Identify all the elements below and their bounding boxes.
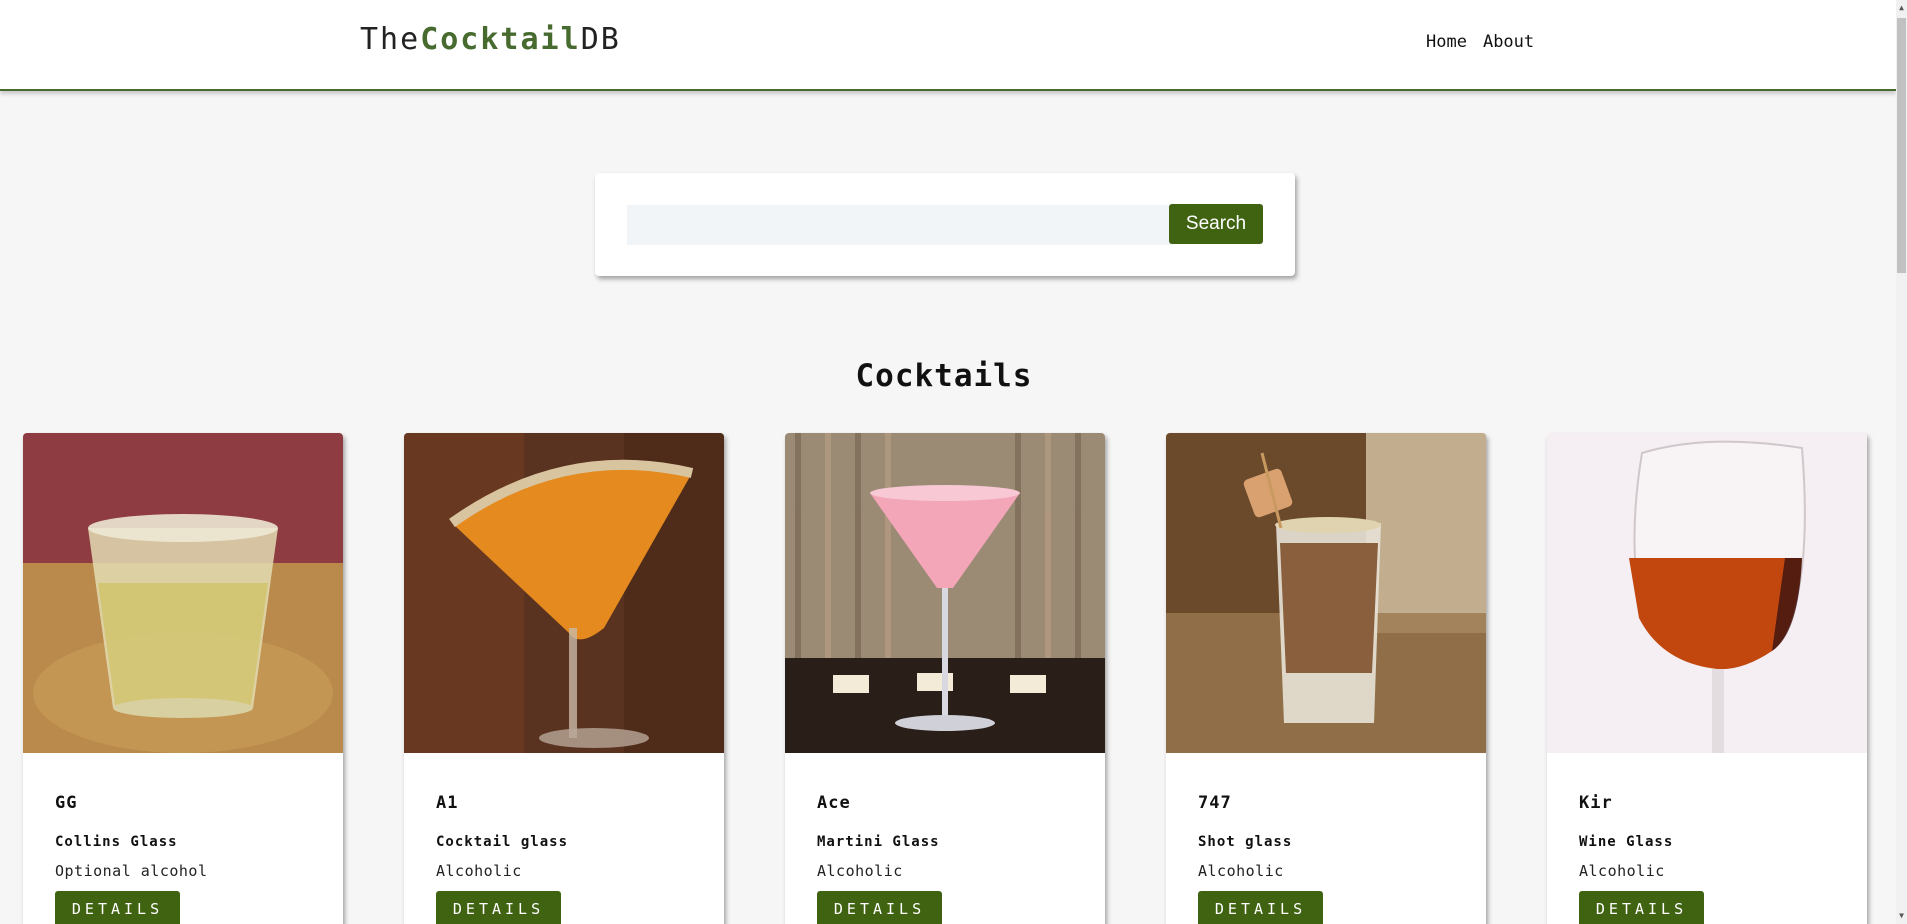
search-button[interactable]: Search: [1169, 204, 1263, 244]
cocktail-image-a1: [404, 433, 724, 753]
cocktail-name: Kir: [1579, 793, 1613, 813]
logo-prefix: The: [360, 22, 421, 57]
details-button[interactable]: DETAILS: [436, 891, 561, 924]
details-button[interactable]: DETAILS: [817, 891, 942, 924]
details-button[interactable]: DETAILS: [55, 891, 180, 924]
nav-link-home[interactable]: Home: [1426, 32, 1467, 52]
cocktail-alcoholic: Alcoholic: [1579, 862, 1665, 880]
logo[interactable]: TheCocktailDB: [360, 22, 621, 57]
nav-links: Home About: [1426, 32, 1534, 52]
section-title: Cocktails: [855, 358, 1033, 394]
cocktail-card-ace: Ace Martini Glass Alcoholic DETAILS: [785, 433, 1105, 924]
cocktail-glass: Cocktail glass: [436, 834, 569, 850]
logo-suffix: DB: [580, 22, 621, 57]
nav-link-about[interactable]: About: [1483, 32, 1534, 52]
cocktail-name: A1: [436, 793, 459, 813]
cocktail-alcoholic: Alcoholic: [1198, 862, 1284, 880]
page-scrollbar[interactable]: ▲ ▼: [1896, 0, 1907, 924]
cocktail-glass: Martini Glass: [817, 834, 940, 850]
cocktail-glass: Collins Glass: [55, 834, 178, 850]
cocktail-alcoholic: Optional alcohol: [55, 862, 208, 880]
scroll-up-arrow-icon[interactable]: ▲: [1897, 2, 1906, 14]
cocktail-name: 747: [1198, 793, 1232, 813]
cocktail-glass: Wine Glass: [1579, 834, 1674, 850]
cocktail-name: GG: [55, 793, 78, 813]
cocktail-image-gg: [23, 433, 343, 753]
cocktail-glass: Shot glass: [1198, 834, 1293, 850]
search-input[interactable]: [627, 205, 1172, 245]
scroll-down-arrow-icon[interactable]: ▼: [1897, 910, 1906, 922]
cocktail-card-kir: Kir Wine Glass Alcoholic DETAILS: [1547, 433, 1867, 924]
cocktail-alcoholic: Alcoholic: [436, 862, 522, 880]
navbar: TheCocktailDB Home About: [0, 0, 1896, 91]
cocktail-name: Ace: [817, 793, 851, 813]
cocktail-image-ace: [785, 433, 1105, 753]
details-button[interactable]: DETAILS: [1579, 891, 1704, 924]
cocktail-alcoholic: Alcoholic: [817, 862, 903, 880]
logo-accent: Cocktail: [420, 22, 581, 57]
scrollbar-thumb[interactable]: [1897, 18, 1906, 273]
cocktail-image-747: [1166, 433, 1486, 753]
cocktail-image-kir: [1547, 433, 1867, 753]
cocktail-card-a1: A1 Cocktail glass Alcoholic DETAILS: [404, 433, 724, 924]
details-button[interactable]: DETAILS: [1198, 891, 1323, 924]
search-form: Search: [595, 173, 1295, 276]
cocktail-card-gg: GG Collins Glass Optional alcohol DETAIL…: [23, 433, 343, 924]
cocktail-card-747: 747 Shot glass Alcoholic DETAILS: [1166, 433, 1486, 924]
